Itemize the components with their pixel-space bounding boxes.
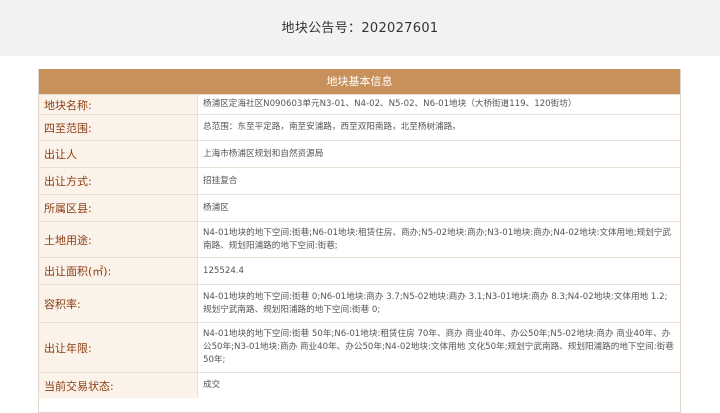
row-label: 当前交易状态: bbox=[39, 373, 198, 398]
row-land-use: 土地用途: N4-01地块的地下空间:街巷;N6-01地块:租赁住房、商办;N5… bbox=[39, 221, 680, 257]
boundaries-value: 总范围：东至平定路，南至安浦路，西至双阳南路，北至杨树浦路。 bbox=[203, 122, 461, 132]
status-value: 成交 bbox=[203, 380, 221, 390]
notice-title: 地块公告号：202027601 bbox=[281, 20, 439, 36]
row-area: 出让面积(㎡): 125524.4 bbox=[39, 257, 680, 284]
land-use-value: N4-01地块的地下空间:街巷;N6-01地块:租赁住房、商办;N5-02地块:… bbox=[203, 227, 671, 251]
row-parcel-name: 地块名称: 杨浦区定海社区N090603单元N3-01、N4-02、N5-02、… bbox=[39, 94, 680, 114]
term-value: N4-01地块的地下空间:街巷 50年;N6-01地块:租赁住房 70年、商办 … bbox=[203, 329, 674, 365]
row-district: 所属区县: 杨浦区 bbox=[39, 194, 680, 221]
row-value: N4-01地块的地下空间:街巷;N6-01地块:租赁住房、商办;N5-02地块:… bbox=[198, 222, 680, 257]
row-plot-ratio: 容积率: N4-01地块的地下空间:街巷 0;N6-01地块:商办 3.7;N5… bbox=[39, 284, 680, 322]
panel-header: 地块基本信息 bbox=[39, 69, 680, 94]
row-label: 土地用途: bbox=[39, 222, 198, 257]
row-value: 总范围：东至平定路，南至安浦路，西至双阳南路，北至杨树浦路。 bbox=[198, 115, 680, 140]
row-label: 出让年限: bbox=[39, 323, 198, 372]
row-label: 地块名称: bbox=[39, 95, 198, 114]
row-label: 出让方式: bbox=[39, 168, 198, 194]
plot-ratio-value: N4-01地块的地下空间:街巷 0;N6-01地块:商办 3.7;N5-02地块… bbox=[203, 291, 668, 315]
row-value: 成交 bbox=[198, 373, 680, 398]
area-value: 125524.4 bbox=[203, 265, 245, 276]
row-term: 出让年限: N4-01地块的地下空间:街巷 50年;N6-01地块:租赁住房 7… bbox=[39, 322, 680, 372]
row-value: 上海市杨浦区规划和自然资源局 bbox=[198, 141, 680, 167]
row-grant-method: 出让方式: 招挂复合 bbox=[39, 167, 680, 194]
row-value: 招挂复合 bbox=[198, 168, 680, 194]
row-value: 杨浦区定海社区N090603单元N3-01、N4-02、N5-02、N6-01地… bbox=[198, 95, 680, 114]
row-label: 所属区县: bbox=[39, 195, 198, 221]
parcel-name-value: 杨浦区定海社区N090603单元N3-01、N4-02、N5-02、N6-01地… bbox=[203, 99, 577, 109]
row-label: 容积率: bbox=[39, 285, 198, 322]
row-grantor: 出让人 上海市杨浦区规划和自然资源局 bbox=[39, 140, 680, 167]
district-value: 杨浦区 bbox=[203, 202, 229, 213]
row-value: N4-01地块的地下空间:街巷 0;N6-01地块:商办 3.7;N5-02地块… bbox=[198, 285, 680, 322]
row-label: 出让人 bbox=[39, 141, 198, 167]
row-value: 125524.4 bbox=[198, 258, 680, 284]
row-value: N4-01地块的地下空间:街巷 50年;N6-01地块:租赁住房 70年、商办 … bbox=[198, 323, 680, 372]
notice-header: 地块公告号：202027601 bbox=[0, 0, 720, 56]
row-value: 杨浦区 bbox=[198, 195, 680, 221]
row-label: 出让面积(㎡): bbox=[39, 258, 198, 284]
row-status: 当前交易状态: 成交 bbox=[39, 372, 680, 398]
parcel-info-panel: 地块基本信息 地块名称: 杨浦区定海社区N090603单元N3-01、N4-02… bbox=[38, 69, 681, 413]
grantor-value: 上海市杨浦区规划和自然资源局 bbox=[203, 148, 324, 159]
grant-method-value: 招挂复合 bbox=[203, 175, 238, 186]
row-label: 四至范围: bbox=[39, 115, 198, 140]
row-boundaries: 四至范围: 总范围：东至平定路，南至安浦路，西至双阳南路，北至杨树浦路。 bbox=[39, 114, 680, 140]
